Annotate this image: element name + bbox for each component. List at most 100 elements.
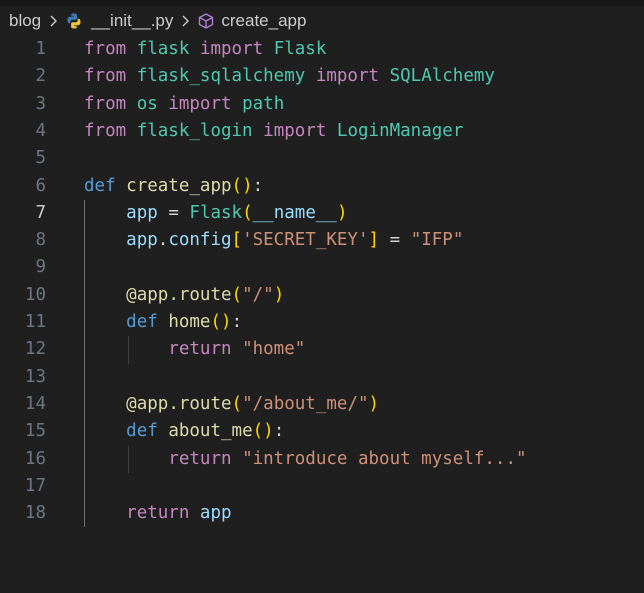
code-token: SQLAlchemy [389,66,495,87]
code-token: "home" [242,339,306,360]
code-token: flask_sqlalchemy [136,66,306,87]
breadcrumb-symbol[interactable]: create_app [197,11,306,31]
code-line[interactable]: 1 from flask import Flask [0,36,644,63]
code-line[interactable]: 15 def about_me(): [0,418,644,445]
code-token: import [315,66,380,87]
code-token: "/" [242,284,274,305]
code-token: app [136,393,169,414]
code-token: ] [368,230,380,251]
line-number: 16 [24,448,46,469]
code-line[interactable]: 18 return app [0,500,644,527]
code-token: = [168,202,179,223]
code-text: @app.route("/") [84,282,284,309]
code-text: from flask import Flask [84,36,326,63]
code-token: Flask [189,202,243,223]
line-number: 7 [35,202,46,223]
indent-guide [84,199,85,528]
code-text: return "introduce about myself..." [84,446,526,473]
code-token: app [126,202,158,223]
code-token: ( [252,421,264,442]
code-token: ) [368,393,380,414]
code-line[interactable]: 16 return "introduce about myself..." [0,446,644,473]
code-token: from [84,66,127,87]
code-line[interactable]: 3 from os import path [0,91,644,118]
line-number: 13 [24,366,46,387]
code-token: return [168,339,232,360]
code-line[interactable]: 8 app.config['SECRET_KEY'] = "IFP" [0,227,644,254]
code-line[interactable]: 10 @app.route("/") [0,282,644,309]
method-cube-icon [199,13,214,29]
code-line[interactable]: 7 app = Flask(__name__) [0,200,644,227]
line-number: 14 [24,393,46,414]
code-token: app [136,284,169,305]
code-line[interactable]: 17 [0,473,644,500]
breadcrumb-folder[interactable]: blog [9,11,41,31]
code-token: . [168,284,179,305]
code-line[interactable]: 6 def create_app(): [0,173,644,200]
code-token: = [389,230,401,251]
code-token: ( [231,175,243,196]
code-text: return app [84,500,231,527]
indent-guide [128,336,130,364]
code-token: route [178,284,232,305]
line-number: 9 [35,257,46,278]
code-token: import [199,39,264,59]
code-token: import [168,93,232,114]
line-number: 15 [24,421,46,442]
code-line[interactable]: 9 [0,254,644,281]
code-token: Flask [273,39,327,59]
code-token: def [126,421,158,442]
code-token: "/about_me/" [242,393,369,414]
code-token: create_app [126,175,232,196]
code-token: home [168,312,211,332]
code-token: app [126,230,158,251]
code-line[interactable]: 13 [0,364,644,391]
code-line[interactable]: 14 @app.route("/about_me/") [0,391,644,418]
code-token: LoginManager [336,120,464,141]
code-line[interactable]: 12 return "home" [0,336,644,363]
code-token: config [168,230,232,251]
code-token: : [273,421,285,442]
code-token: ) [242,175,253,196]
code-token: def [126,312,158,332]
breadcrumb-file[interactable]: __init__.py [65,11,173,31]
code-token: flask_login [136,120,253,141]
code-editor[interactable]: 1 from flask import Flask 2 from flask_sqla… [0,36,644,593]
line-number: 10 [24,284,46,305]
code-line[interactable]: 4 from flask_login import LoginManager [0,118,644,145]
code-line[interactable]: 2 from flask_sqlalchemy import SQLAlchemy [0,63,644,90]
code-token: route [178,393,232,414]
code-line[interactable]: 11 def home(): [0,309,644,336]
line-number: 18 [24,503,46,524]
code-line[interactable]: 5 [0,145,644,172]
code-token: "IFP" [410,230,464,251]
code-token: ) [263,421,274,442]
code-text: from flask_sqlalchemy import SQLAlchemy [84,63,495,90]
code-token: . [157,230,169,251]
code-text: from os import path [84,91,284,118]
code-token: from [84,120,127,141]
code-token: @ [126,284,137,305]
line-number: 6 [35,175,46,196]
